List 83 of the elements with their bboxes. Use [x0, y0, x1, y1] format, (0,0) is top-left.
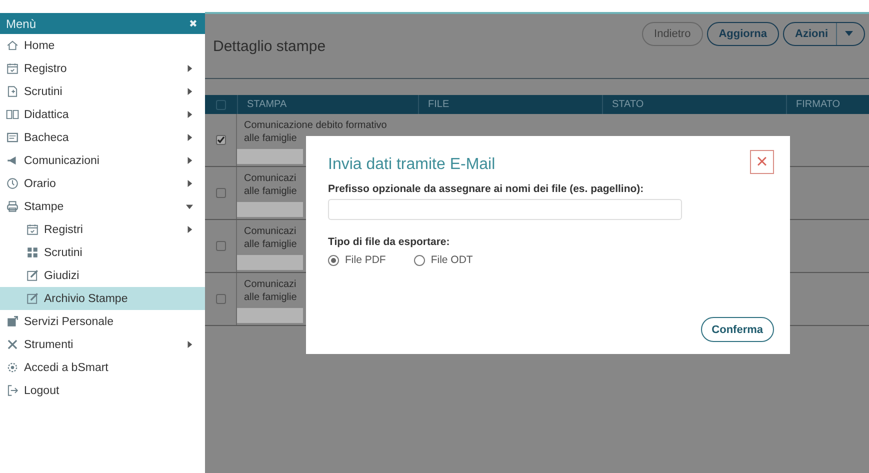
item-label: Comunicazioni — [24, 154, 100, 166]
table-cell-text: alle famiglie — [243, 132, 297, 145]
table-cell-text: alle famiglie — [243, 291, 297, 304]
cell-bar — [237, 255, 303, 270]
sidebar-item[interactable]: Orario — [0, 172, 205, 195]
item-label: Scrutini — [44, 246, 84, 258]
sidebar-item[interactable]: Bacheca — [0, 126, 205, 149]
item-label: Strumenti — [24, 338, 74, 350]
checkbox[interactable] — [216, 294, 226, 304]
menu-icon — [6, 85, 19, 98]
field-label: Tipo di file da esportare: — [328, 236, 451, 248]
sidebar-item[interactable]: Giudizi — [0, 264, 205, 287]
menu-icon — [6, 131, 19, 144]
confirm-button[interactable]: Conferma — [700, 317, 774, 342]
option-label: File PDF — [345, 254, 386, 266]
item-label: Stampe — [24, 200, 65, 212]
close-button[interactable]: ✖ — [189, 18, 197, 30]
radio-button[interactable] — [414, 254, 425, 266]
option-label: File ODT — [430, 254, 473, 266]
checkbox[interactable] — [216, 135, 226, 145]
item-label: Registro — [24, 62, 68, 74]
item-label: Scrutini — [24, 86, 64, 98]
column-header: FILE — [418, 95, 602, 114]
table-cell-text: alle famiglie — [243, 238, 297, 251]
sidebar-title: Menù — [6, 16, 36, 30]
sidebar-item[interactable]: Archivio Stampe — [0, 287, 205, 310]
checkbox[interactable] — [216, 188, 226, 198]
menu-icon — [6, 361, 19, 374]
table-cell-text: Comunicazi — [243, 172, 296, 185]
menu-icon — [6, 338, 19, 351]
column-header: STATO — [602, 95, 786, 114]
close-button[interactable]: × — [750, 150, 774, 174]
sidebar-item[interactable]: Servizi Personale — [0, 310, 205, 333]
checkbox[interactable] — [216, 241, 226, 251]
cell-bar — [237, 149, 303, 164]
menu-icon — [6, 62, 19, 75]
sidebar-item[interactable]: Comunicazioni — [0, 149, 205, 172]
sidebar-item[interactable]: Registro — [0, 57, 205, 80]
sidebar-item[interactable]: Didattica — [0, 103, 205, 126]
table-cell-text: Comunicazi — [243, 225, 296, 238]
field-label: Prefisso opzionale da assegnare ai nomi dei file (es. pagellino): — [328, 183, 645, 195]
item-label: Servizi Personale — [24, 316, 114, 328]
menu-icon — [6, 200, 19, 213]
sidebar-item[interactable]: Scrutini — [0, 80, 205, 103]
sidebar-item[interactable]: Scrutini — [0, 241, 205, 264]
sidebar-item[interactable]: Stampe — [0, 195, 205, 218]
input-field[interactable] — [328, 199, 682, 220]
cell-bar — [237, 202, 303, 217]
caret-icon — [845, 31, 853, 37]
menu-icon — [26, 246, 39, 259]
cell-bar — [237, 308, 303, 323]
table-cell-text: Comunicazione debito formativo — [243, 119, 387, 132]
menu-icon — [26, 292, 39, 305]
table-cell-text: Comunicazi — [243, 278, 296, 291]
table-cell-text: alle famiglie — [243, 185, 297, 198]
item-label: Accedi a bSmart — [24, 362, 110, 374]
column-header: STAMPA — [237, 95, 418, 114]
menu-icon — [26, 269, 39, 282]
checkbox[interactable] — [216, 100, 226, 110]
item-label: Logout — [24, 384, 60, 396]
radio-button[interactable] — [328, 254, 339, 266]
menu-icon — [6, 39, 19, 52]
menu-icon — [6, 315, 19, 328]
menu-icon — [6, 154, 19, 167]
menu-icon — [26, 223, 39, 236]
dialog-title: Invia dati tramite E-Mail — [328, 156, 496, 174]
column-header: FIRMATO — [786, 95, 869, 114]
menu-icon — [6, 384, 19, 397]
item-label: Orario — [24, 178, 57, 190]
page-title: Dettaglio stampe — [213, 38, 326, 55]
item-label: Didattica — [24, 108, 70, 120]
item-label: Bacheca — [24, 132, 70, 144]
sidebar-item[interactable]: Home — [0, 34, 205, 57]
sidebar-item[interactable]: Registri — [0, 218, 205, 241]
item-label: Archivio Stampe — [44, 292, 129, 304]
item-label: Home — [24, 40, 56, 52]
menu-icon — [6, 108, 19, 121]
sidebar-item[interactable]: Logout — [0, 379, 205, 402]
sidebar-item[interactable]: Strumenti — [0, 333, 205, 356]
item-label: Registri — [44, 224, 84, 236]
sidebar-item[interactable]: Accedi a bSmart — [0, 356, 205, 379]
item-label: Giudizi — [44, 270, 80, 282]
menu-icon — [6, 177, 19, 190]
